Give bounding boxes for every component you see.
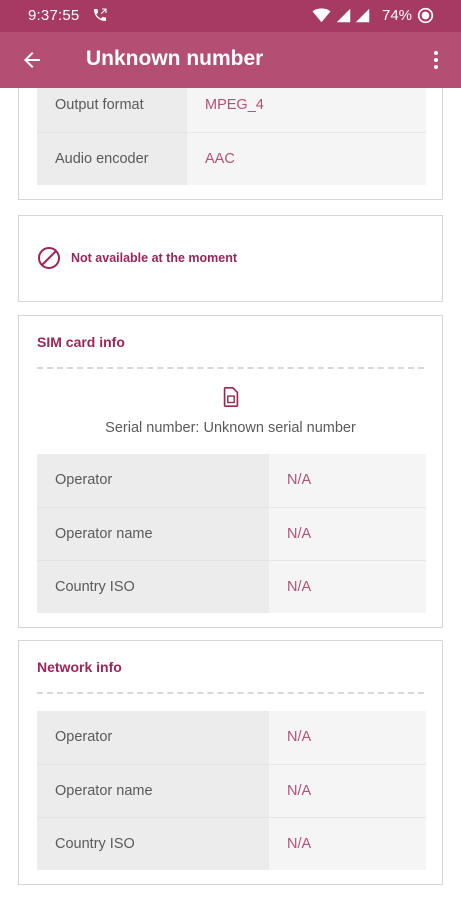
table-row: Operator N/A: [37, 454, 426, 508]
call-icon: [94, 8, 107, 21]
row-value: AAC: [187, 132, 426, 185]
table-row: Operator name N/A: [37, 764, 426, 818]
table-row: Operator name N/A: [37, 507, 426, 561]
table-row: Audio encoder AAC: [37, 132, 426, 185]
row-value: N/A: [269, 507, 426, 561]
page-title: Unknown number: [86, 47, 264, 70]
network-info-card: Network info Operator N/A Operator name …: [18, 640, 443, 885]
battery-icon: [417, 7, 434, 24]
row-value: N/A: [269, 560, 426, 613]
row-value: N/A: [269, 817, 426, 870]
status-bar: 9:37:55 74%: [0, 0, 461, 32]
wifi-icon: [312, 8, 331, 23]
network-table: Operator N/A Operator name N/A Country I…: [37, 711, 426, 870]
unavailable-notice: Not available at the moment: [37, 246, 237, 270]
availability-card: Not available at the moment: [18, 215, 443, 302]
row-label: Operator name: [37, 764, 269, 818]
network-card-title: Network info: [37, 659, 122, 675]
table-row: Country ISO N/A: [37, 817, 426, 870]
table-row: Operator N/A: [37, 711, 426, 765]
block-icon: [38, 247, 60, 269]
row-label: Country ISO: [37, 560, 269, 613]
divider: [37, 692, 424, 694]
divider: [37, 367, 424, 369]
app-bar: Unknown number: [0, 32, 461, 88]
unavailable-message: Not available at the moment: [71, 251, 238, 265]
back-arrow-icon[interactable]: [20, 48, 44, 72]
row-label: Operator: [37, 454, 269, 508]
sim-card-info-card: SIM card info Serial number: Unknown ser…: [18, 315, 443, 628]
sim-card-title: SIM card info: [37, 334, 125, 350]
row-label: Audio encoder: [37, 132, 187, 185]
row-label: Operator name: [37, 507, 269, 561]
recording-info-card: Output format MPEG_4 Audio encoder AAC: [18, 78, 443, 200]
row-label: Country ISO: [37, 817, 269, 870]
serial-number: Serial number: Unknown serial number: [105, 420, 356, 436]
battery-percent: 74%: [382, 7, 413, 24]
table-row: Country ISO N/A: [37, 560, 426, 613]
signal-icon: [355, 8, 370, 23]
sim-card-icon: [223, 387, 239, 407]
more-vert-icon[interactable]: [426, 48, 446, 72]
recording-table: Output format MPEG_4 Audio encoder AAC: [37, 79, 426, 185]
status-time: 9:37:55: [28, 7, 80, 24]
row-value: N/A: [269, 711, 426, 765]
row-label: Operator: [37, 711, 269, 765]
sim-table: Operator N/A Operator name N/A Country I…: [37, 454, 426, 613]
row-value: N/A: [269, 764, 426, 818]
signal-icon: [336, 8, 351, 23]
row-value: N/A: [269, 454, 426, 508]
